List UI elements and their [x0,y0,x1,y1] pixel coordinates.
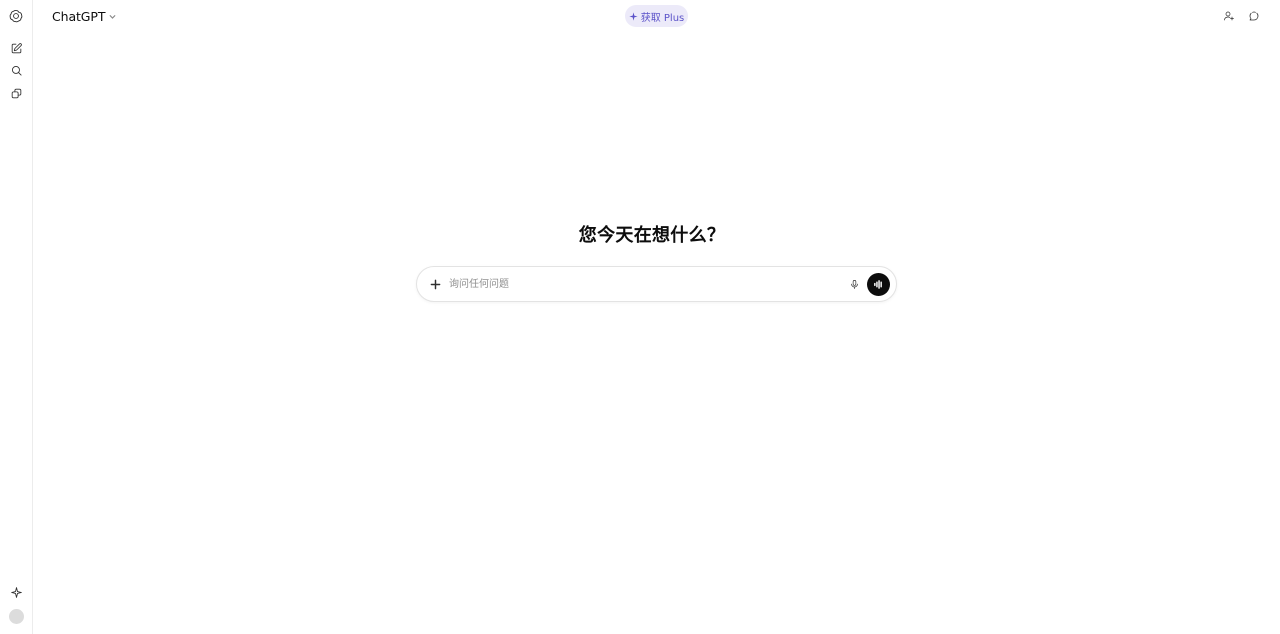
library-icon [11,88,21,98]
user-avatar[interactable] [9,609,24,624]
search-chats-button[interactable] [5,59,27,81]
microphone-icon [850,279,858,289]
upgrade-plus-button[interactable]: 获取 Plus [625,5,688,27]
share-user-icon [1224,11,1234,21]
openai-logo-icon [9,9,23,23]
add-attachment-button[interactable] [425,274,445,294]
share-user-button[interactable] [1218,5,1240,27]
sparkle-small-icon [629,11,638,21]
new-chat-button[interactable] [5,37,27,59]
new-chat-icon [11,42,22,53]
waveform-icon [874,280,882,289]
chevron-down-icon [109,14,116,19]
prompt-input[interactable] [449,275,829,293]
temporary-chat-icon [1249,11,1259,21]
model-switcher[interactable]: ChatGPT [46,5,123,27]
temporary-chat-button[interactable] [1243,5,1265,27]
explore-gpts-button[interactable] [5,581,27,603]
dictate-button[interactable] [844,274,864,294]
prompt-composer [416,266,897,302]
openai-logo-button[interactable] [5,5,27,27]
page-title: 您今天在想什么？ [578,225,726,246]
voice-mode-button[interactable] [867,273,890,296]
search-icon [11,65,22,76]
library-button[interactable] [5,82,27,104]
sparkle-icon [10,586,22,598]
sidebar-rail [0,0,33,634]
model-name: ChatGPT [52,8,106,24]
plus-icon [430,279,440,289]
app-root: ChatGPT 获取 Plus 您今天在想什么？ [0,0,1280,634]
upgrade-plus-label: 获取 Plus [640,12,685,24]
